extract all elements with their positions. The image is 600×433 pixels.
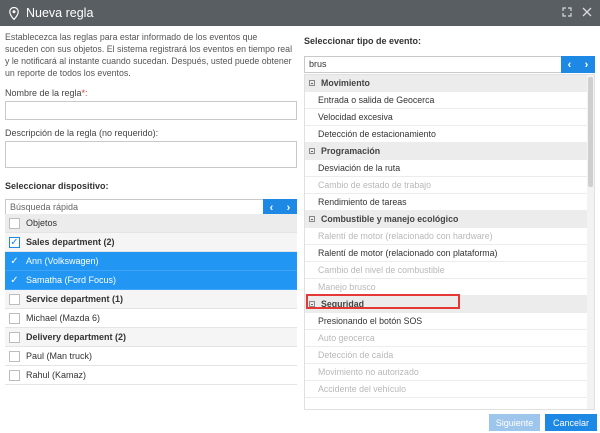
item-checkbox[interactable] xyxy=(9,350,20,362)
rule-name-input[interactable] xyxy=(5,101,297,120)
event-category-programacion[interactable]: Programación xyxy=(305,143,594,160)
collapse-icon[interactable] xyxy=(309,148,315,154)
group-checkbox[interactable] xyxy=(9,331,20,343)
device-item-paul[interactable]: Paul (Man truck) xyxy=(5,347,297,366)
event-pager: ‹ › xyxy=(561,56,595,73)
chevron-left-icon[interactable]: ‹ xyxy=(270,202,274,214)
device-group-service[interactable]: Service department (1) xyxy=(5,290,297,309)
event-search-input[interactable]: brus xyxy=(304,56,595,73)
event-item[interactable]: Presionando el botón SOS xyxy=(305,313,594,330)
event-search: brus ‹ › xyxy=(304,56,595,73)
event-item[interactable]: Ralentí de motor (relacionado con plataf… xyxy=(305,245,594,262)
event-item-disabled: Detección de caída xyxy=(305,347,594,364)
scrollbar-thumb[interactable] xyxy=(588,77,593,187)
item-checkbox[interactable] xyxy=(9,312,20,324)
next-button[interactable]: Siguiente xyxy=(489,414,540,431)
collapse-icon[interactable] xyxy=(309,216,315,222)
event-item-disabled: Cambio de estado de trabajo xyxy=(305,177,594,194)
event-item[interactable]: Velocidad excesiva xyxy=(305,109,594,126)
chevron-right-icon[interactable]: › xyxy=(287,202,291,214)
intro-text: Establecezca las reglas para estar infor… xyxy=(5,32,293,78)
device-item-rahul[interactable]: Rahul (Kamaz) xyxy=(5,366,297,385)
event-item[interactable]: Rendimiento de tareas xyxy=(305,194,594,211)
select-event-label: Seleccionar tipo de evento: xyxy=(304,36,422,46)
window-titlebar: Nueva regla xyxy=(0,0,600,26)
device-list: Objetos ✓ Sales department (2) ✓ Ann (Vo… xyxy=(5,214,297,385)
expand-icon[interactable] xyxy=(562,6,572,20)
close-icon[interactable] xyxy=(582,6,592,20)
event-type-panel: Seleccionar tipo de evento: brus ‹ › xyxy=(304,36,595,73)
cancel-button[interactable]: Cancelar xyxy=(545,414,597,431)
event-type-list: Movimiento Entrada o salida de Geocerca … xyxy=(304,74,595,410)
check-icon[interactable]: ✓ xyxy=(9,275,20,286)
device-item-michael[interactable]: Michael (Mazda 6) xyxy=(5,309,297,328)
event-item-disabled: Accidente del vehículo xyxy=(305,381,594,398)
select-all-checkbox[interactable] xyxy=(9,217,20,229)
event-item[interactable]: Entrada o salida de Geocerca xyxy=(305,92,594,109)
event-list-scrollbar[interactable] xyxy=(587,75,594,409)
check-icon[interactable]: ✓ xyxy=(9,236,20,248)
event-item-disabled: Auto geocerca xyxy=(305,330,594,347)
rule-name-label: Nombre de la regla*: xyxy=(5,88,88,98)
event-item-disabled: Ralentí de motor (relacionado con hardwa… xyxy=(305,228,594,245)
event-item-disabled: Cambio del nivel de combustible xyxy=(305,262,594,279)
event-category-movimiento[interactable]: Movimiento xyxy=(305,75,594,92)
check-icon[interactable]: ✓ xyxy=(9,256,20,267)
rule-desc-textarea[interactable] xyxy=(5,141,297,168)
collapse-icon[interactable] xyxy=(309,80,315,86)
item-checkbox[interactable] xyxy=(9,369,20,381)
select-device-label: Seleccionar dispositivo: xyxy=(5,181,109,191)
highlight-box xyxy=(306,294,460,309)
event-item-disabled: Movimiento no autorizado xyxy=(305,364,594,381)
rule-form: Establecezca las reglas para estar infor… xyxy=(5,31,297,216)
group-checkbox[interactable] xyxy=(9,293,20,305)
device-list-header: Objetos xyxy=(5,214,297,233)
device-group-sales[interactable]: ✓ Sales department (2) xyxy=(5,233,297,252)
chevron-right-icon[interactable]: › xyxy=(585,59,589,71)
event-item[interactable]: Desviación de la ruta xyxy=(305,160,594,177)
event-category-combustible[interactable]: Combustible y manejo ecológico xyxy=(305,211,594,228)
device-item-samatha[interactable]: ✓ Samatha (Ford Focus) xyxy=(5,271,297,290)
rule-desc-label: Descripción de la regla (no requerido): xyxy=(5,128,159,138)
event-item[interactable]: Detección de estacionamiento xyxy=(305,126,594,143)
window-title: Nueva regla xyxy=(26,6,94,20)
device-item-ann[interactable]: ✓ Ann (Volkswagen) xyxy=(5,252,297,271)
chevron-left-icon[interactable]: ‹ xyxy=(568,59,572,71)
map-pin-icon xyxy=(8,6,20,20)
device-group-delivery[interactable]: Delivery department (2) xyxy=(5,328,297,347)
